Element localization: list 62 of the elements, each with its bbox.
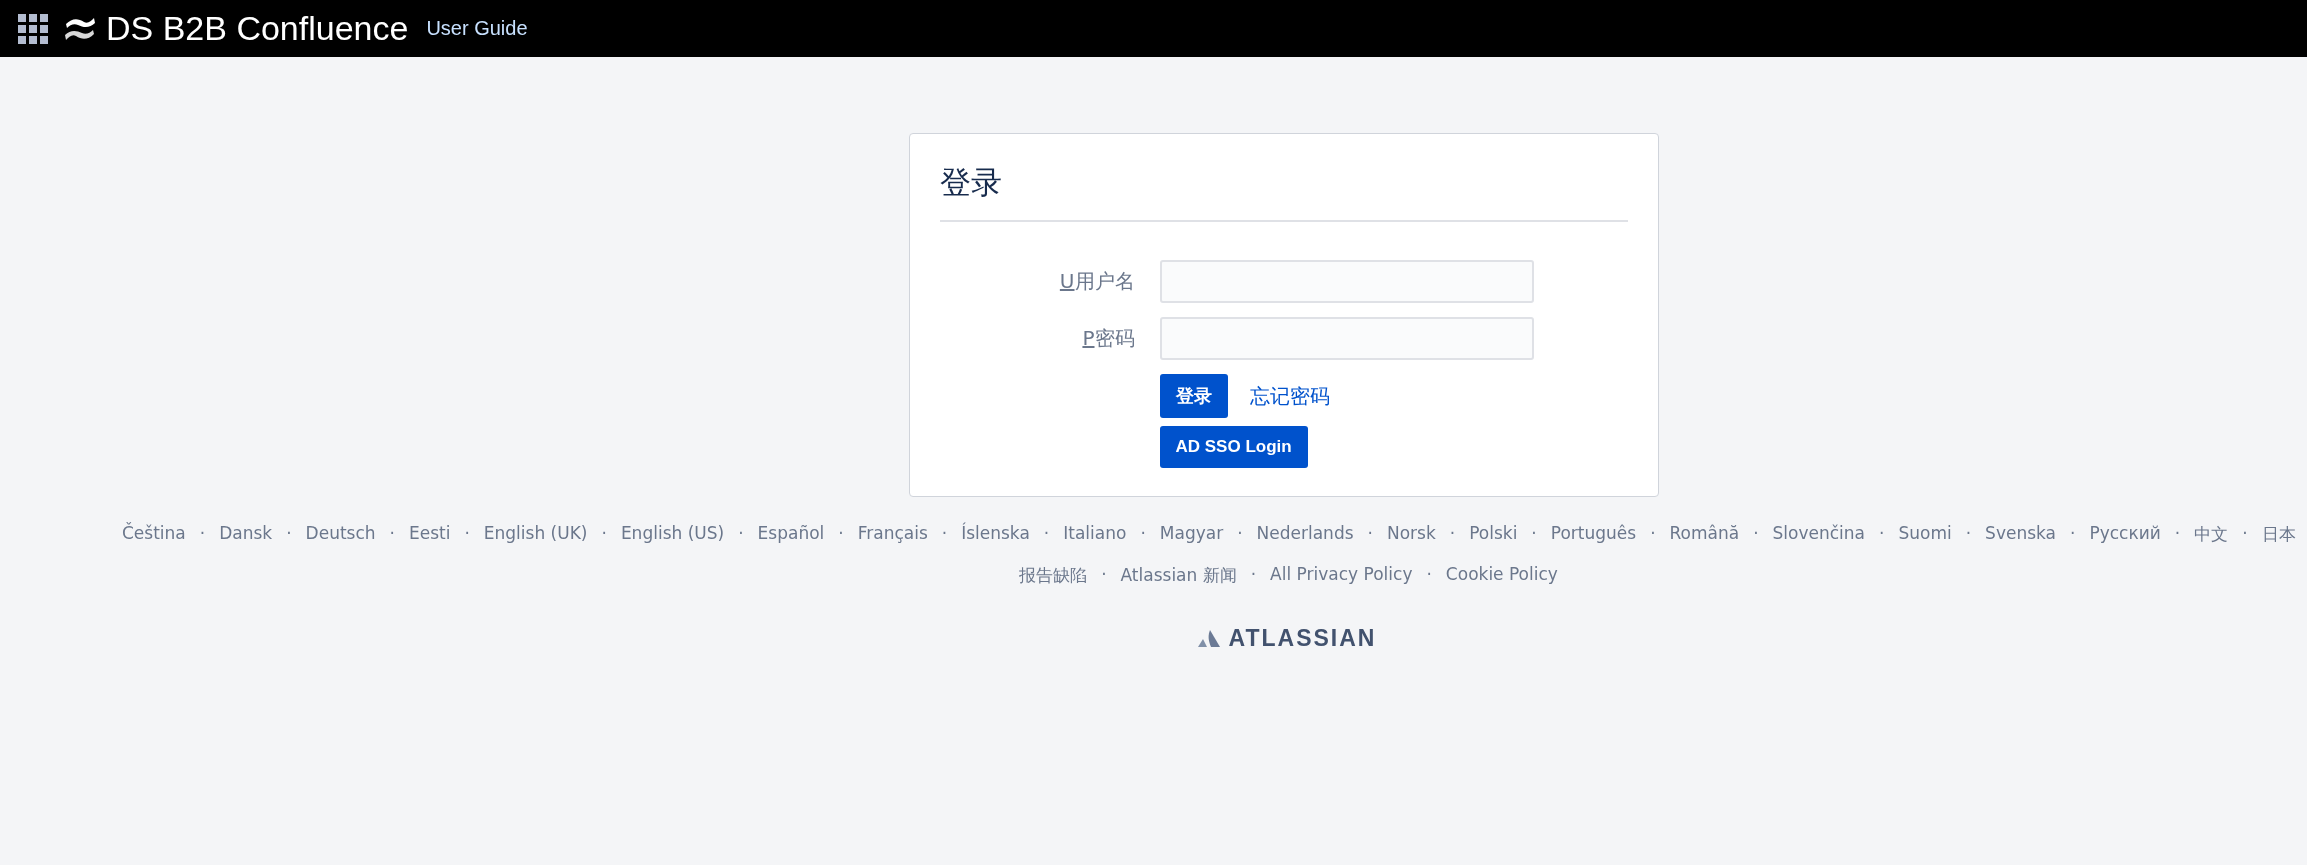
separator-dot: · <box>1531 523 1537 545</box>
input-field[interactable] <box>1159 260 1534 303</box>
language-link[interactable]: Italiano <box>1063 523 1127 546</box>
language-link[interactable]: Română <box>1669 523 1740 546</box>
separator-dot: · <box>1650 523 1656 545</box>
footer-link[interactable]: Cookie Policy <box>1445 564 1558 587</box>
input-field[interactable] <box>1159 317 1534 360</box>
separator-dot: · <box>1426 564 1432 586</box>
sso-login-button[interactable]: AD SSO Login <box>1159 426 1308 468</box>
separator-dot: · <box>838 523 844 545</box>
field-label: U用户名 <box>1058 268 1136 295</box>
separator-dot: · <box>1237 523 1243 545</box>
separator-dot: · <box>1367 523 1373 545</box>
separator-dot: · <box>389 523 395 545</box>
language-link[interactable]: Magyar <box>1159 523 1224 546</box>
separator-dot: · <box>601 523 607 545</box>
separator-dot: · <box>1250 564 1257 586</box>
separator-dot: · <box>1449 523 1456 545</box>
separator-dot: · <box>199 523 206 545</box>
language-link[interactable]: 中文 <box>2194 523 2229 546</box>
language-link[interactable]: Русский <box>2089 523 2161 546</box>
language-link[interactable]: Français <box>857 523 928 546</box>
language-link[interactable]: Suomi <box>1898 523 1952 546</box>
language-link[interactable]: Eesti <box>408 523 451 546</box>
login-button[interactable]: 登录 <box>1159 374 1228 418</box>
language-link[interactable]: English (US) <box>620 523 725 546</box>
footer-link[interactable]: All Privacy Policy <box>1270 564 1413 587</box>
language-link[interactable]: Português <box>1550 523 1637 546</box>
forgot-password-link[interactable]: 忘记密码 <box>1249 382 1330 410</box>
language-link[interactable]: Svenska <box>1985 523 2056 546</box>
footer-link[interactable]: Atlassian 新闻 <box>1120 564 1237 587</box>
separator-dot: · <box>1753 523 1759 545</box>
footer-link[interactable]: 报告缺陷 <box>1019 564 1088 587</box>
language-link[interactable]: Norsk <box>1386 523 1436 546</box>
language-link[interactable]: Slovenčina <box>1772 523 1866 546</box>
separator-dot: · <box>464 523 470 545</box>
separator-dot: · <box>941 523 948 545</box>
brand-name: ATLASSIAN <box>1228 625 1377 652</box>
site-title[interactable]: DS B2B Confluence <box>106 9 409 48</box>
separator-dot: · <box>1965 523 1972 545</box>
language-link[interactable]: Íslenska <box>961 523 1030 546</box>
language-link[interactable]: Deutsch <box>305 523 376 546</box>
app-switcher-icon[interactable] <box>18 13 48 44</box>
user-guide-link[interactable]: User Guide <box>426 17 528 40</box>
separator-dot: · <box>1101 564 1107 586</box>
login-title: 登录 <box>939 163 1003 202</box>
language-link[interactable]: English (UK) <box>483 523 588 546</box>
separator-dot: · <box>2070 523 2076 545</box>
separator-dot: · <box>1879 523 1885 545</box>
separator-dot: · <box>738 523 744 545</box>
language-link[interactable]: Español <box>757 523 825 546</box>
language-link[interactable]: Nederlands <box>1256 523 1354 546</box>
field-label: P密码 <box>1081 325 1136 352</box>
language-link[interactable]: Dansk <box>219 523 273 546</box>
language-link[interactable]: 日本 <box>2261 523 2296 546</box>
separator-dot: · <box>1043 523 1050 545</box>
separator-dot: · <box>286 523 292 545</box>
separator-dot: · <box>2242 523 2248 545</box>
language-link[interactable]: Polski <box>1469 523 1518 546</box>
separator-dot: · <box>1140 523 1146 545</box>
language-link[interactable]: Čeština <box>122 523 186 546</box>
separator-dot: · <box>2174 523 2181 545</box>
